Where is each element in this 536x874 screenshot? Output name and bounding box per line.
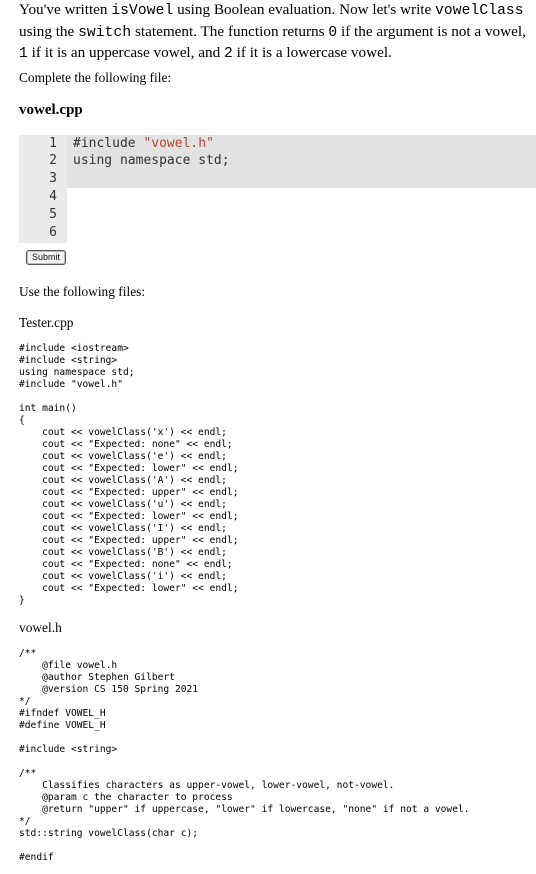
header-source-code: /** @file vowel.h @author Stephen Gilber… [19, 648, 470, 863]
intro-text: using the [19, 22, 79, 40]
line-number: 6 [49, 225, 57, 240]
code-string: "vowel.h" [143, 136, 214, 151]
intro-text: if it is an uppercase vowel, and [27, 44, 224, 61]
editable-region[interactable] [67, 188, 536, 243]
complete-instruction: Complete the following file: [19, 70, 172, 85]
code-editor[interactable]: 1 2 3 4 5 6 #include "vowel.h" using nam… [19, 135, 536, 243]
intro-text: using Boolean evaluation. Now let's writ… [173, 1, 436, 18]
editor-filename: vowel.cpp [19, 102, 83, 118]
header-file-label: vowel.h [19, 620, 62, 635]
tester-source-code: #include <iostream> #include <string> us… [19, 343, 239, 606]
line-number: 1 [49, 136, 57, 151]
line-number: 5 [49, 207, 57, 222]
intro-text: if the argument is not a vowel, [337, 22, 526, 40]
tester-file-label: Tester.cpp [19, 315, 74, 330]
code-line-1: #include "vowel.h" [73, 135, 214, 153]
submit-button[interactable]: Submit [26, 250, 66, 265]
code-line-2: using namespace std; [73, 153, 230, 168]
inline-code: 0 [328, 24, 338, 41]
inline-code: vowelClass [435, 3, 524, 19]
inline-code: isVowel [111, 3, 174, 19]
intro-text: statement. The function returns [131, 22, 329, 40]
line-number: 3 [49, 171, 57, 186]
inline-code: 1 [19, 46, 28, 62]
problem-description: You've written isVowel using Boolean eva… [19, 0, 536, 65]
inline-code: switch [78, 24, 132, 41]
line-number: 2 [49, 153, 57, 168]
code-keyword: #include [73, 136, 144, 151]
inline-code: 2 [223, 46, 233, 62]
intro-text: You've written [19, 1, 112, 18]
line-number: 4 [49, 189, 57, 204]
use-files-instruction: Use the following files: [19, 284, 146, 299]
intro-text: if it is a lowercase vowel. [232, 44, 392, 61]
